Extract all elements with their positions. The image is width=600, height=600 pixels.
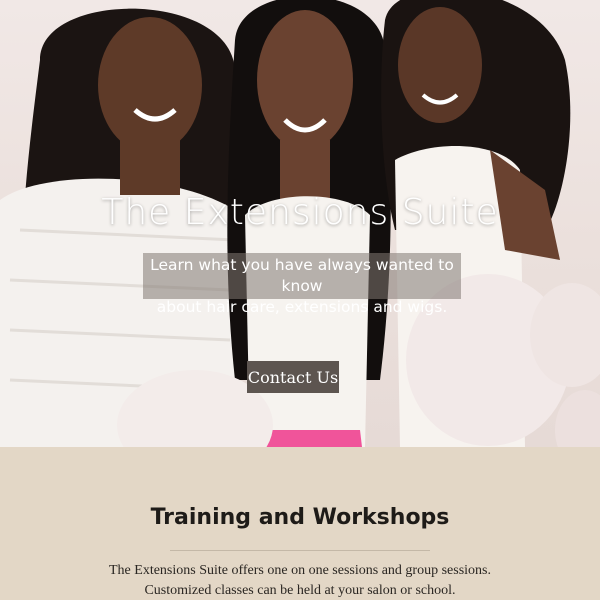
contact-us-button[interactable]: Contact Us xyxy=(247,361,339,393)
hero-subtitle-line-2: about hair care, extensions and wigs. xyxy=(156,298,448,316)
hero-title: The Extensions Suite xyxy=(101,192,499,233)
hero-subtitle: Learn what you have always wanted to kno… xyxy=(143,253,461,316)
section-description-line-2: Customized classes can be held at your s… xyxy=(144,583,456,598)
section-description-line-1: The Extensions Suite offers one on one s… xyxy=(109,563,491,578)
training-section: Training and Workshops The Extensions Su… xyxy=(0,447,600,600)
hero-subtitle-line-1: Learn what you have always wanted to kno… xyxy=(150,256,454,295)
section-title: Training and Workshops xyxy=(150,505,450,530)
hero-banner: The Extensions Suite Learn what you have… xyxy=(0,0,600,447)
section-description: The Extensions Suite offers one on one s… xyxy=(0,561,600,600)
section-divider xyxy=(170,550,430,551)
